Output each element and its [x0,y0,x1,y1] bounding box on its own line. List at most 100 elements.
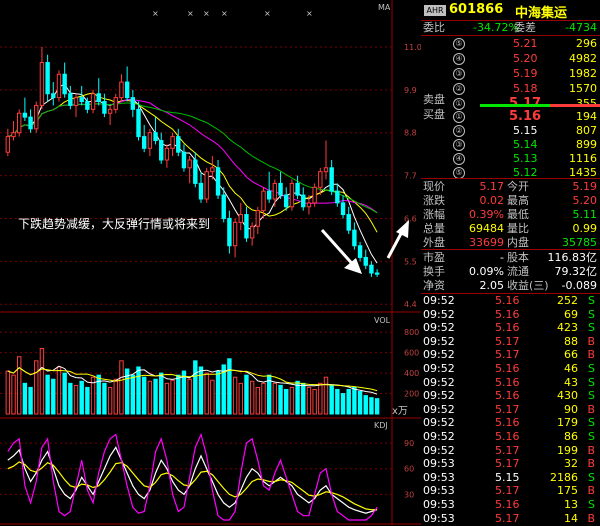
tick-row[interactable]: 09:52 5.16 69 S [421,308,600,322]
candle-body [113,97,118,110]
candle-body [73,97,79,106]
tick-row[interactable]: 09:52 5.16 86 S [421,430,600,444]
tick-row[interactable]: 09:53 5.16 13 S [421,498,600,512]
volume-bar [16,356,22,415]
tick-side: S [588,307,595,321]
level-icon: ① [453,111,465,123]
tick-price: 5.17 [495,511,520,525]
tick-time: 09:53 [423,511,455,525]
volume-bar [369,397,374,415]
volume-bar [284,388,289,415]
marker-x-icon: × [152,9,159,18]
candle-body [56,73,62,99]
candle-body [107,108,113,114]
vol-unit: x万 [392,406,408,417]
candle-body [221,194,226,219]
capital-label: 流通 [507,265,529,278]
quote-row: 外盘 33699 内盘 35785 [421,235,600,250]
sell-row[interactable]: ⑤ 5.21 296 [421,36,600,51]
tick-volume: 69 [564,307,578,321]
marker-x-icon: × [221,9,228,18]
candle-body [249,225,255,239]
tick-time: 09:52 [423,443,455,457]
price-tick-label: 4.4 [404,300,417,309]
volume-bar [107,386,113,415]
sell-row[interactable]: ③ 5.19 1982 [421,66,600,81]
tick-price: 5.16 [495,375,520,389]
buy-price: 5.14 [513,138,538,151]
volume-bar [329,384,334,415]
sell-volume: 1982 [569,67,597,80]
kdj-k-line [7,446,378,514]
candle-body [266,190,272,200]
price-tick-label: 5.5 [404,257,417,266]
tick-row[interactable]: 09:52 5.16 43 S [421,376,600,390]
ma-label: MA [378,3,391,12]
tick-volume: 88 [564,334,578,348]
tick-row[interactable]: 09:52 5.16 430 S [421,389,600,403]
tick-row[interactable]: 09:52 5.17 90 B [421,403,600,417]
ahr-badge[interactable]: AHR [424,5,446,16]
buy-volume: 1116 [569,152,597,165]
tick-row[interactable]: 09:52 5.17 88 B [421,335,600,349]
tick-time: 09:52 [423,430,455,443]
candle-body [238,214,243,223]
tick-time: 09:52 [423,389,455,403]
sell-bar [550,104,600,107]
buy-row[interactable]: ② 5.15 807 [421,123,600,138]
tick-row[interactable]: 09:52 5.16 423 S [421,321,600,335]
kline-chart-area[interactable]: 11.0 9.9 8.8 7.7 6.6 5.5 4.4 × × × × × × 800 600 400 200… [0,0,421,525]
capital-value: 0.09% [469,265,504,278]
candle-body [28,116,33,130]
sell-price: 5.20 [513,52,538,65]
candle-body [272,182,278,200]
weicha-value: -4734 [565,21,597,34]
level-icon: ④ [453,53,465,65]
candle-body [210,167,215,173]
tick-row[interactable]: 09:53 5.17 14 B [421,512,600,526]
sell-row[interactable]: ④ 5.20 4982 [421,51,600,66]
tick-row[interactable]: 09:52 5.16 46 S [421,362,600,376]
quote-value: 33699 [469,236,504,249]
candle-body [5,136,11,153]
volume-bar [232,376,238,415]
candle-body [147,132,153,149]
tick-row[interactable]: 09:52 5.16 179 S [421,416,600,430]
buy-row[interactable]: ③ 5.14 899 [421,137,600,152]
buy-price: 5.15 [513,124,538,137]
tick-row[interactable]: 09:52 5.17 199 B [421,444,600,458]
volume-bar [244,374,249,415]
quote-label: 总量 [423,222,445,235]
candle-body [374,272,380,275]
tick-row[interactable]: 09:52 5.17 66 B [421,348,600,362]
tick-side: S [588,470,595,484]
kdj-lines [7,432,378,521]
tick-price: 5.17 [495,457,520,471]
candle-body [159,140,164,161]
volume-bar [56,366,62,415]
candle-body [352,229,357,247]
tick-row[interactable]: 09:53 5.17 32 B [421,457,600,471]
buy-row[interactable]: ④ 5.13 1116 [421,151,600,166]
tick-time: 09:52 [423,321,455,335]
candle-body [170,136,175,149]
tick-time: 09:52 [423,375,455,389]
sell-row[interactable]: ② 5.18 1570 [421,81,600,96]
tick-row[interactable]: 09:52 5.16 252 S [421,294,600,308]
sell-label: 卖盘 [423,93,445,106]
tick-row[interactable]: 09:53 5.15 2186 S [421,471,600,485]
tick-row[interactable]: 09:53 5.17 175 B [421,484,600,498]
volume-bar [34,360,39,415]
ma10-line [7,92,378,233]
candle-body [181,151,187,169]
capital-value: -0.089 [561,279,597,292]
volume-bar [312,388,317,415]
capital-row: 换手 0.09% 流通 79.32亿 [421,264,600,279]
level-icon: ③ [453,68,465,80]
candle-body [357,245,363,258]
candle-body [22,112,28,118]
kdj-tick-label: 90 [404,439,414,448]
candle-body [295,182,300,196]
tick-side: B [587,457,595,471]
buy-row[interactable]: ① 5.16 194 [421,109,600,124]
